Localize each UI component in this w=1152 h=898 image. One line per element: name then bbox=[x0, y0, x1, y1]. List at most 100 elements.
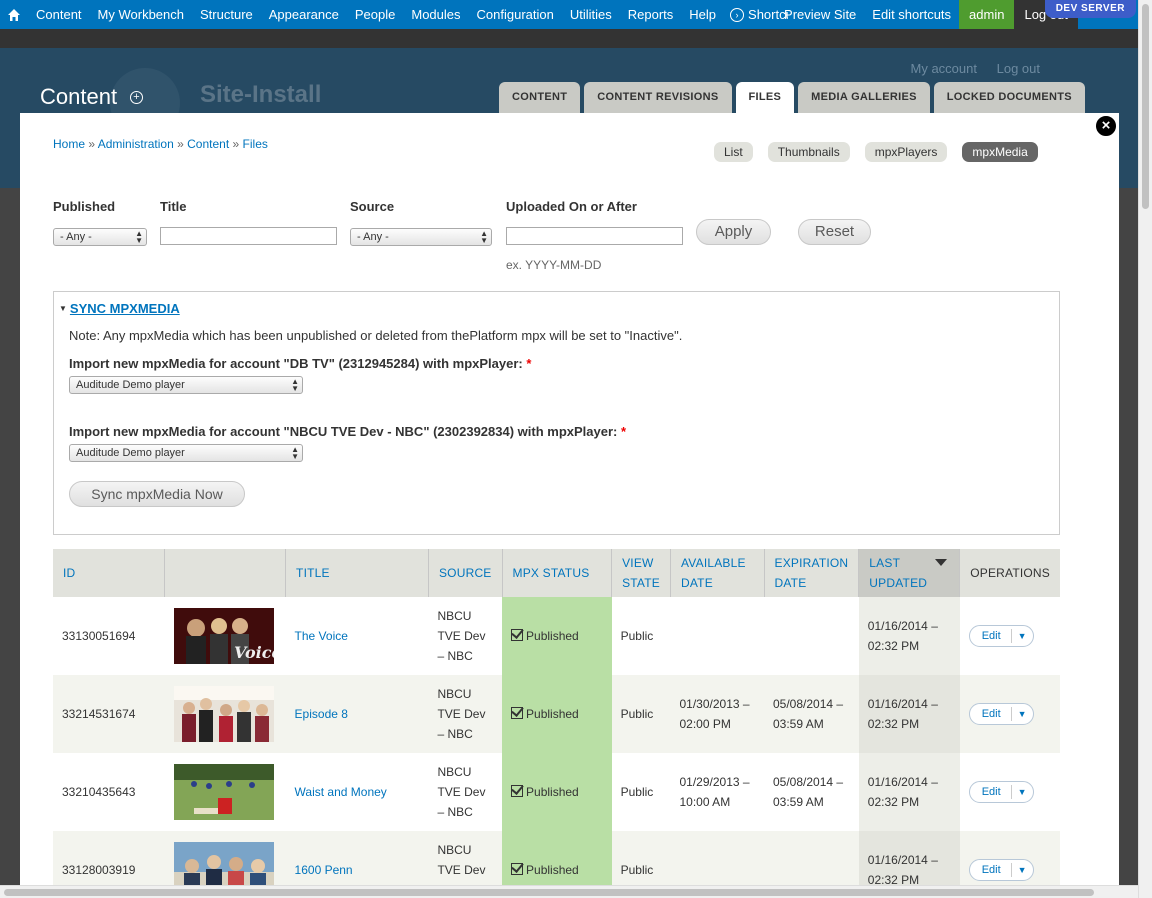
column-view-state[interactable]: VIEW STATE bbox=[611, 549, 671, 597]
edit-dropbutton[interactable]: Edit ▼ bbox=[968, 859, 1034, 881]
toolbar-item-structure[interactable]: Structure bbox=[192, 0, 261, 29]
sync-legend-label: SYNC MPXMEDIA bbox=[69, 301, 180, 316]
source-filter-select[interactable]: - Any - ▲ ▼ bbox=[350, 228, 492, 246]
edit-shortcuts-link[interactable]: Edit shortcuts bbox=[864, 0, 959, 29]
select-arrows-icon: ▲ ▼ bbox=[480, 229, 488, 245]
cell-operations: Edit ▼ bbox=[960, 753, 1060, 831]
user-account-link[interactable]: admin bbox=[959, 0, 1015, 29]
source-filter-value: - Any - bbox=[357, 231, 389, 243]
edit-dropbutton[interactable]: Edit ▼ bbox=[968, 781, 1034, 803]
dropdown-caret-icon[interactable]: ▼ bbox=[1012, 626, 1033, 646]
breadcrumb-files[interactable]: Files bbox=[243, 137, 268, 151]
status-label: Published bbox=[526, 629, 579, 643]
cell-available-date: 01/30/2013 – 02:00 PM bbox=[670, 675, 764, 753]
edit-button[interactable]: Edit bbox=[970, 785, 1012, 799]
status-label: Published bbox=[526, 863, 579, 877]
sync-fieldset-toggle[interactable]: ▼ SYNC MPXMEDIA bbox=[59, 301, 180, 316]
collapse-triangle-icon: ▼ bbox=[59, 304, 67, 313]
tab-content-revisions[interactable]: CONTENT REVISIONS bbox=[584, 82, 732, 113]
breadcrumb-content[interactable]: Content bbox=[187, 137, 229, 151]
status-label: Published bbox=[526, 707, 579, 721]
toolbar-item-utilities[interactable]: Utilities bbox=[562, 0, 620, 29]
toolbar-item-people[interactable]: People bbox=[347, 0, 403, 29]
column-mpx-status[interactable]: MPX STATUS bbox=[502, 549, 613, 597]
apply-button[interactable]: Apply bbox=[696, 219, 771, 245]
edit-dropbutton[interactable]: Edit ▼ bbox=[968, 703, 1034, 725]
toolbar-item-reports[interactable]: Reports bbox=[620, 0, 682, 29]
column-id[interactable]: ID bbox=[53, 549, 166, 597]
vertical-scroll-thumb[interactable] bbox=[1142, 4, 1149, 209]
tab-content[interactable]: CONTENT bbox=[499, 82, 581, 113]
checked-checkbox-icon bbox=[511, 707, 524, 719]
tab-files[interactable]: FILES bbox=[735, 82, 795, 113]
account-1-player-select[interactable]: Auditude Demo player ▲ ▼ bbox=[69, 376, 303, 394]
vertical-scrollbar[interactable] bbox=[1138, 0, 1152, 898]
breadcrumb-administration[interactable]: Administration bbox=[98, 137, 174, 151]
title-link[interactable]: 1600 Penn bbox=[295, 863, 353, 877]
overlay-backdrop-right bbox=[1119, 188, 1138, 898]
view-thumbnails-button[interactable]: Thumbnails bbox=[767, 142, 850, 162]
toolbar-item-content[interactable]: Content bbox=[28, 0, 90, 29]
env-badge: DEV SERVER bbox=[1044, 0, 1136, 18]
title-filter-input[interactable] bbox=[160, 227, 337, 245]
select-arrows-icon: ▲ ▼ bbox=[291, 445, 299, 461]
secondary-menu: My account Log out bbox=[895, 61, 1040, 76]
thumbnail-image[interactable] bbox=[173, 686, 274, 742]
toolbar-item-appearance[interactable]: Appearance bbox=[261, 0, 347, 29]
add-shortcut-icon[interactable]: + bbox=[130, 91, 143, 104]
toolbar-item-workbench[interactable]: My Workbench bbox=[90, 0, 192, 29]
cell-expiration-date bbox=[764, 831, 859, 885]
horizontal-scrollbar[interactable] bbox=[0, 885, 1138, 898]
dropdown-caret-icon[interactable]: ▼ bbox=[1012, 704, 1033, 724]
my-account-link[interactable]: My account bbox=[911, 61, 977, 76]
close-overlay-icon[interactable]: × bbox=[1094, 114, 1118, 138]
cell-view-state: Public bbox=[620, 785, 654, 799]
preview-site-link[interactable]: Preview Site bbox=[784, 0, 864, 29]
column-last-updated[interactable]: LAST UPDATED bbox=[858, 549, 961, 597]
secondary-logout-link[interactable]: Log out bbox=[997, 61, 1040, 76]
cell-operations: Edit ▼ bbox=[959, 675, 1060, 753]
toolbar-item-modules[interactable]: Modules bbox=[403, 0, 468, 29]
view-list-button[interactable]: List bbox=[714, 142, 753, 162]
thumbnail-image[interactable] bbox=[173, 842, 274, 885]
edit-dropbutton[interactable]: Edit ▼ bbox=[968, 625, 1034, 647]
cell-title: Waist and Money bbox=[286, 753, 429, 831]
title-link[interactable]: Episode 8 bbox=[295, 707, 348, 721]
cell-id: 33130051694 bbox=[62, 629, 136, 643]
breadcrumb-home[interactable]: Home bbox=[53, 137, 85, 151]
column-expiration-date[interactable]: EXPIRATION DATE bbox=[764, 549, 860, 597]
tab-locked-documents[interactable]: LOCKED DOCUMENTS bbox=[933, 82, 1085, 113]
toolbar-item-help[interactable]: Help bbox=[681, 0, 724, 29]
edit-button[interactable]: Edit bbox=[970, 629, 1012, 643]
shortcuts-label: Shortcuts bbox=[748, 7, 788, 22]
dropdown-caret-icon[interactable]: ▼ bbox=[1012, 782, 1033, 802]
account-2-player-select[interactable]: Auditude Demo player ▲ ▼ bbox=[69, 444, 303, 462]
uploaded-date-input[interactable] bbox=[506, 227, 683, 245]
shortcuts-toggle[interactable]: › Shortcuts bbox=[724, 0, 788, 29]
edit-button[interactable]: Edit bbox=[970, 707, 1012, 721]
cell-title: Episode 8 bbox=[285, 675, 429, 753]
title-link[interactable]: Waist and Money bbox=[295, 785, 387, 799]
dropdown-caret-icon[interactable]: ▼ bbox=[1012, 860, 1033, 880]
title-link[interactable]: The Voice bbox=[295, 629, 348, 643]
column-title[interactable]: TITLE bbox=[285, 549, 429, 597]
tab-media-galleries[interactable]: MEDIA GALLERIES bbox=[798, 82, 930, 113]
sync-now-button[interactable]: Sync mpxMedia Now bbox=[69, 481, 245, 507]
view-switcher: List Thumbnails mpxPlayers mpxMedia bbox=[699, 142, 1038, 162]
column-source[interactable]: SOURCE bbox=[428, 549, 503, 597]
cell-mpx-status: Published bbox=[502, 597, 612, 675]
edit-button[interactable]: Edit bbox=[970, 863, 1012, 877]
toolbar-item-configuration[interactable]: Configuration bbox=[469, 0, 562, 29]
thumbnail-image[interactable]: Voice bbox=[173, 608, 274, 664]
view-mpxplayers-button[interactable]: mpxPlayers bbox=[864, 142, 948, 162]
home-icon[interactable] bbox=[0, 0, 28, 29]
view-mpxmedia-button[interactable]: mpxMedia bbox=[962, 142, 1038, 162]
column-available-date[interactable]: AVAILABLE DATE bbox=[670, 549, 765, 597]
thumbnail-image[interactable] bbox=[173, 764, 274, 820]
published-filter-select[interactable]: - Any - ▲ ▼ bbox=[53, 228, 147, 246]
table-row: 33210435643 Waist and Money NBCU TVE Dev… bbox=[53, 753, 1060, 831]
horizontal-scroll-thumb[interactable] bbox=[4, 889, 1094, 896]
title-filter-label: Title bbox=[160, 199, 187, 214]
reset-button[interactable]: Reset bbox=[798, 219, 871, 245]
cell-last-updated: 01/16/2014 – 02:32 PM bbox=[858, 831, 960, 885]
